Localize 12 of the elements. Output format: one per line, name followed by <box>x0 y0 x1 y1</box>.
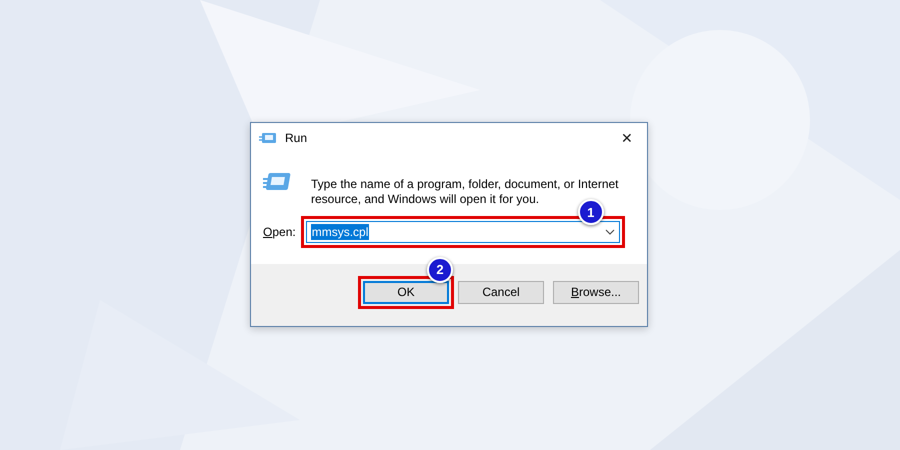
window-title: Run <box>285 131 308 145</box>
ok-button[interactable]: OK <box>363 280 449 304</box>
step-badge: 2 <box>427 256 453 282</box>
close-button[interactable]: ✕ <box>607 123 647 153</box>
step-badge: 1 <box>578 199 604 225</box>
run-icon <box>263 171 293 193</box>
open-field[interactable]: mmsys.cpl <box>306 221 620 243</box>
browse-button[interactable]: Browse... <box>553 280 639 304</box>
cancel-button[interactable]: Cancel <box>458 280 544 304</box>
open-label: Open: <box>263 225 296 239</box>
run-icon <box>259 132 277 144</box>
chevron-down-icon[interactable] <box>604 229 615 235</box>
